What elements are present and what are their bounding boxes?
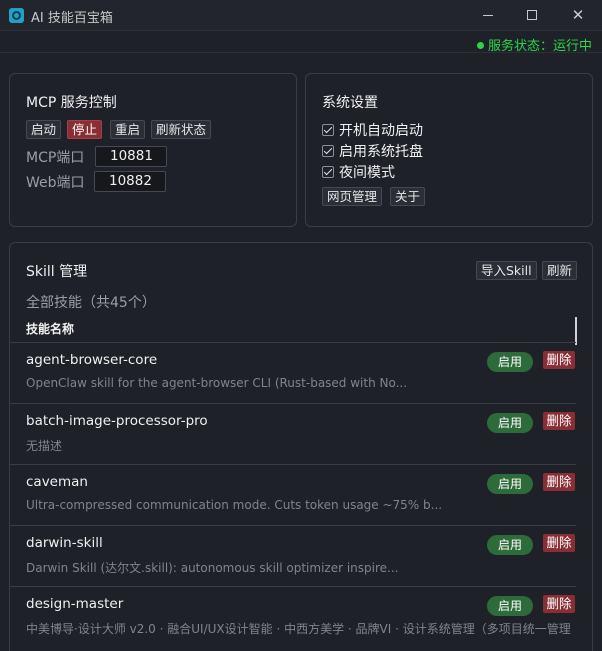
stop-button[interactable]: 停止: [67, 120, 103, 139]
skill-panel-title: Skill 管理: [26, 264, 88, 280]
skill-description: OpenClaw skill for the agent-browser CLI…: [26, 376, 408, 390]
web-port-label: Web端口: [26, 175, 85, 191]
delete-button[interactable]: 删除: [543, 473, 575, 491]
restart-button[interactable]: 重启: [110, 120, 146, 139]
list-item[interactable]: darwin-skill Darwin Skill (达尔文.skill): a…: [9, 525, 576, 586]
enable-button[interactable]: 启用: [487, 413, 533, 433]
list-item[interactable]: agent-browser-core OpenClaw skill for th…: [9, 342, 576, 403]
autostart-label: 开机自动启动: [339, 123, 423, 139]
mcp-port-input[interactable]: 10881: [95, 146, 167, 167]
status-dot-icon: [476, 42, 484, 49]
mcp-control-panel: MCP 服务控制 启动 停止 重启 刷新状态 MCP端口 10881 Web端口…: [9, 73, 297, 227]
delete-button[interactable]: 删除: [543, 412, 575, 430]
checkbox-checked-icon[interactable]: [322, 124, 334, 136]
checkbox-checked-icon[interactable]: [322, 166, 334, 178]
skill-description: 无描述: [26, 439, 63, 453]
service-status-text: 服务状态：运行中: [487, 39, 592, 54]
skill-name: agent-browser-core: [26, 352, 158, 368]
refresh-status-button[interactable]: 刷新状态: [151, 120, 212, 139]
delete-button[interactable]: 删除: [543, 534, 575, 552]
window-title: AI 技能百宝箱: [31, 11, 113, 26]
skill-name: darwin-skill: [26, 535, 103, 551]
skill-description: Ultra-compressed communication mode. Cut…: [26, 498, 443, 512]
delete-button[interactable]: 删除: [543, 595, 575, 613]
skill-name: batch-image-processor-pro: [26, 413, 208, 429]
enable-button[interactable]: 启用: [487, 474, 533, 494]
skill-name: design-master: [26, 596, 124, 612]
list-item[interactable]: design-master 中美博导·设计大师 v2.0 · 融合UI/UX设计…: [9, 586, 576, 647]
app-logo-icon: [9, 8, 24, 23]
import-skill-button[interactable]: 导入Skill: [476, 261, 537, 280]
web-port-input[interactable]: 10882: [94, 171, 166, 192]
enable-button[interactable]: 启用: [487, 352, 533, 372]
title-bar: AI 技能百宝箱 ✕: [0, 0, 602, 31]
mcp-panel-title: MCP 服务控制: [26, 95, 117, 111]
list-item[interactable]: batch-image-processor-pro 无描述 启用 删除: [9, 403, 576, 464]
checkbox-checked-icon[interactable]: [322, 145, 334, 157]
night-mode-label: 夜间模式: [339, 165, 395, 181]
start-button[interactable]: 启动: [26, 120, 62, 139]
minimize-icon[interactable]: [478, 5, 498, 25]
enable-button[interactable]: 启用: [487, 596, 533, 616]
service-status: 服务状态：运行中: [476, 35, 592, 54]
list-item[interactable]: caveman Ultra-compressed communication m…: [9, 464, 576, 525]
scrollbar-thumb[interactable]: [575, 317, 577, 345]
refresh-skills-button[interactable]: 刷新: [542, 261, 578, 280]
tray-label: 启用系统托盘: [339, 144, 423, 160]
skill-count-subtitle: 全部技能（共45个）: [26, 295, 156, 311]
autostart-checkbox[interactable]: 开机自动启动: [322, 120, 423, 140]
about-button[interactable]: 关于: [390, 187, 426, 206]
column-header-name: 技能名称: [26, 322, 75, 336]
enable-button[interactable]: 启用: [487, 535, 533, 555]
mcp-port-label: MCP端口: [26, 150, 85, 166]
system-panel-title: 系统设置: [322, 95, 378, 111]
maximize-icon[interactable]: [522, 5, 542, 25]
system-settings-panel: 系统设置 开机自动启动 启用系统托盘 夜间模式 网页管理 关于: [305, 73, 593, 227]
skill-description: Darwin Skill (达尔文.skill): autonomous ski…: [26, 561, 399, 575]
close-icon[interactable]: ✕: [568, 5, 588, 25]
status-bar: 服务状态：运行中: [0, 31, 602, 54]
delete-button[interactable]: 删除: [543, 351, 575, 369]
skill-description: 中美博导·设计大师 v2.0 · 融合UI/UX设计智能 · 中西方美学 · 品…: [26, 622, 571, 636]
skill-list: agent-browser-core OpenClaw skill for th…: [9, 342, 576, 651]
skill-name: caveman: [26, 474, 88, 490]
night-mode-checkbox[interactable]: 夜间模式: [322, 162, 395, 182]
tray-checkbox[interactable]: 启用系统托盘: [322, 141, 423, 161]
web-manage-button[interactable]: 网页管理: [322, 187, 383, 206]
